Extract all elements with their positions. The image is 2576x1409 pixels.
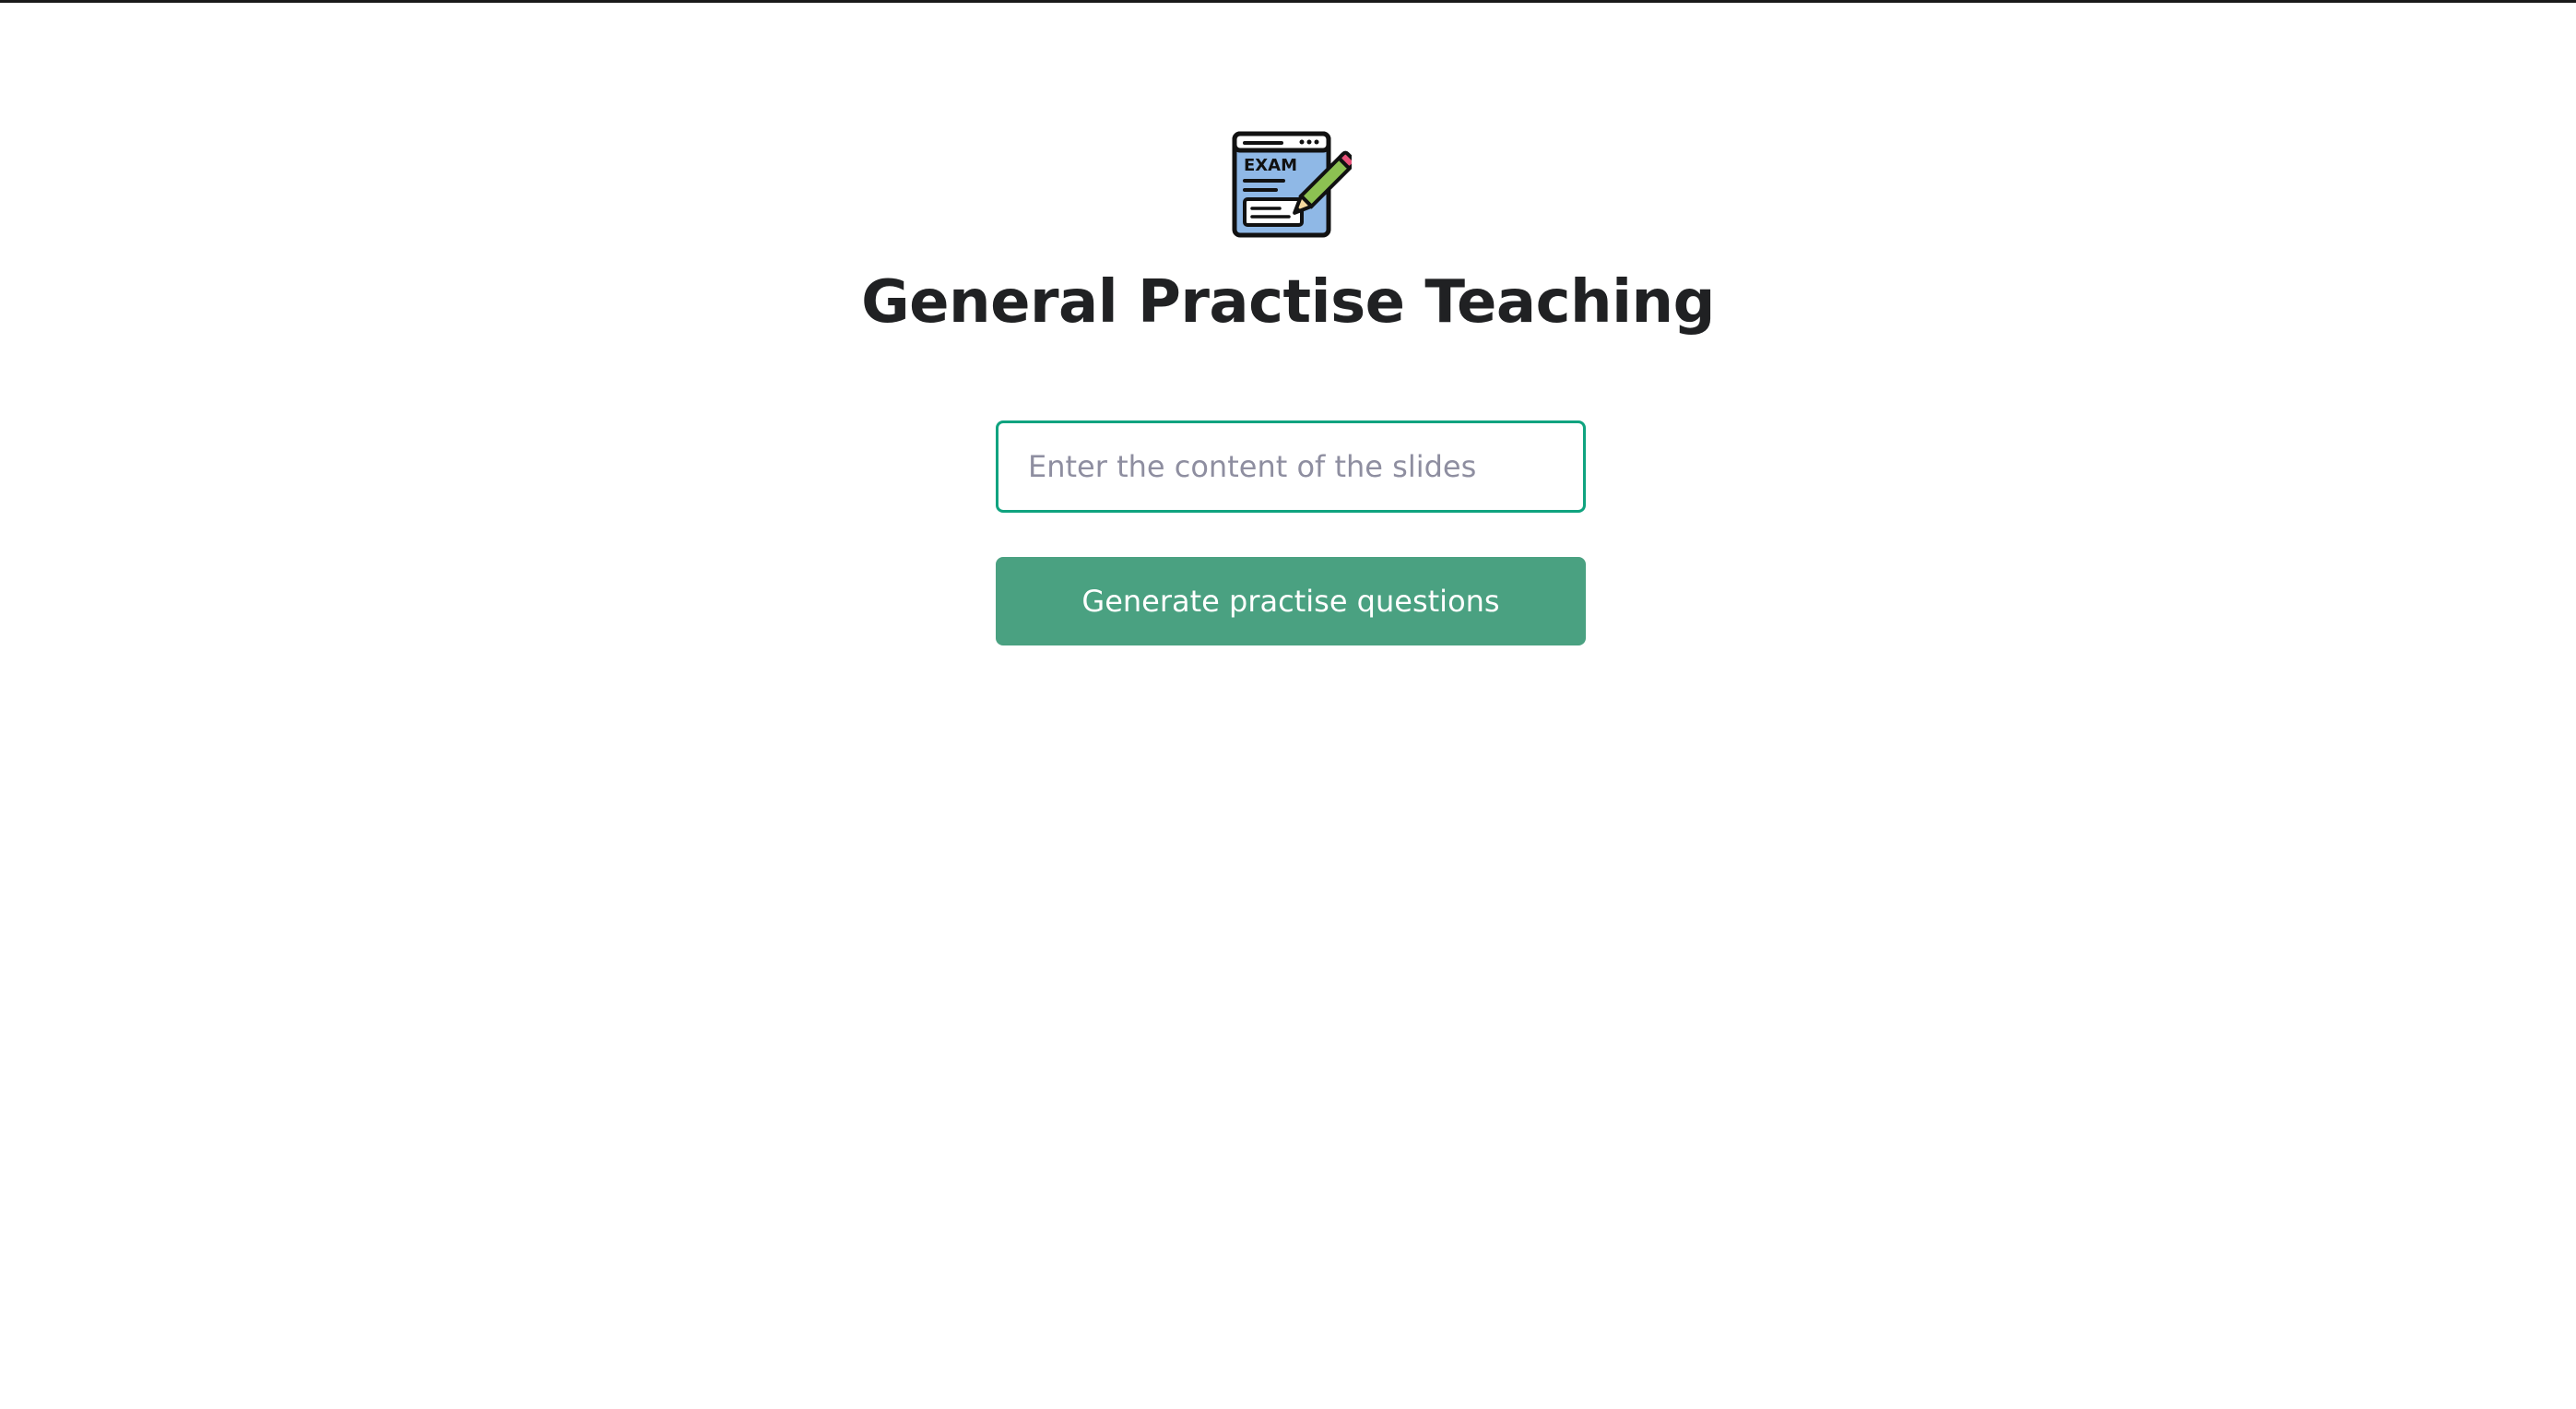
svg-text:EXAM: EXAM bbox=[1244, 156, 1297, 175]
exam-pencil-icon: EXAM bbox=[1232, 131, 1357, 240]
page-title: General Practise Teaching bbox=[861, 268, 1715, 337]
slides-content-input[interactable] bbox=[996, 420, 1586, 513]
page: EXAM General Practise Teaching Generate … bbox=[0, 0, 2576, 1409]
generate-questions-button[interactable]: Generate practise questions bbox=[996, 557, 1586, 645]
slides-content-field-wrapper bbox=[996, 420, 1586, 513]
